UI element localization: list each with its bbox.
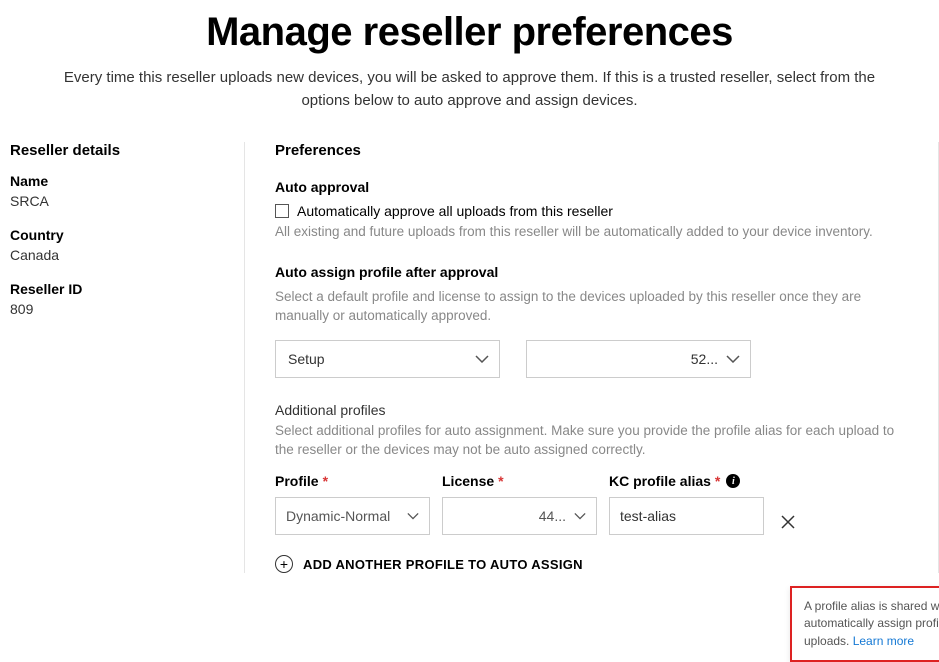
default-license-select[interactable]: 52... [526,340,751,378]
auto-assign-heading: Auto assign profile after approval [275,264,908,280]
profile-select[interactable]: Dynamic-Normal [275,497,430,535]
license-select[interactable]: 44... [442,497,597,535]
auto-approve-checkbox[interactable] [275,204,289,218]
default-profile-value: Setup [288,351,325,367]
additional-help: Select additional profiles for auto assi… [275,422,908,460]
alias-input[interactable]: test-alias [609,497,764,535]
required-asterisk: * [323,473,328,489]
auto-approve-help: All existing and future uploads from thi… [275,223,908,242]
chevron-down-icon [574,513,586,520]
info-icon[interactable]: i [726,474,740,488]
profile-select-value: Dynamic-Normal [286,508,390,524]
auto-approve-label: Automatically approve all uploads from t… [297,203,613,219]
content-heading: Preferences [275,142,908,159]
chevron-down-icon [407,513,419,520]
license-field-label: License [442,473,494,489]
page-subtitle: Every time this reseller uploads new dev… [60,67,879,112]
detail-resellerid-value: 809 [10,301,224,317]
default-profile-select[interactable]: Setup [275,340,500,378]
chevron-down-icon [726,355,740,363]
license-select-value: 44... [453,508,566,524]
detail-resellerid-label: Reseller ID [10,281,224,297]
auto-approval-heading: Auto approval [275,179,908,195]
detail-name-value: SRCA [10,193,224,209]
page-title: Manage reseller preferences [60,10,879,55]
add-profile-button[interactable]: + ADD ANOTHER PROFILE TO AUTO ASSIGN [275,555,908,573]
required-asterisk: * [715,473,720,489]
sidebar-heading: Reseller details [10,142,224,159]
additional-heading: Additional profiles [275,402,908,418]
required-asterisk: * [498,473,503,489]
auto-assign-help: Select a default profile and license to … [275,288,908,326]
remove-profile-button[interactable] [776,515,800,529]
detail-country-label: Country [10,227,224,243]
add-profile-label: ADD ANOTHER PROFILE TO AUTO ASSIGN [303,557,583,572]
plus-circle-icon: + [275,555,293,573]
chevron-down-icon [475,355,489,363]
alias-field-label: KC profile alias [609,473,711,489]
alias-tooltip: A profile alias is shared with the resel… [790,586,939,662]
alias-input-value: test-alias [620,508,676,524]
detail-name-label: Name [10,173,224,189]
detail-country-value: Canada [10,247,224,263]
profile-field-label: Profile [275,473,319,489]
learn-more-link[interactable]: Learn more [853,634,914,648]
default-license-value: 52... [539,351,718,367]
